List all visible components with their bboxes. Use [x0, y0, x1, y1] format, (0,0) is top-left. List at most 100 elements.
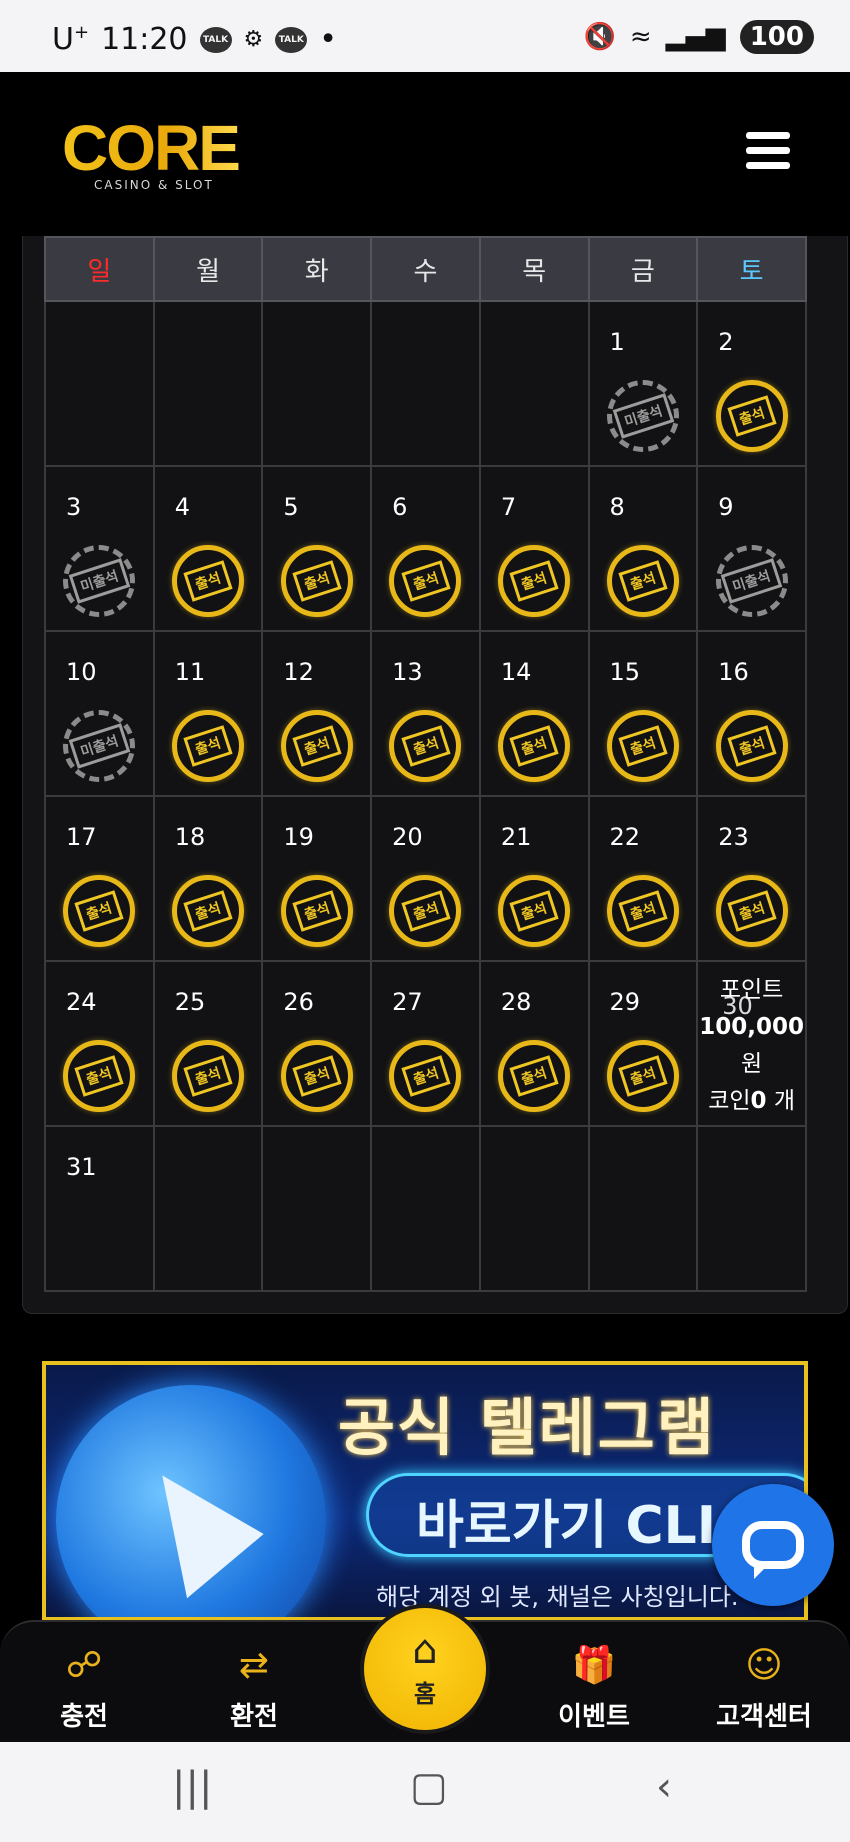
attended-stamp-icon: 출석 — [715, 875, 788, 947]
calendar-cell-day-1: 1 미출석 — [587, 300, 699, 467]
calendar-cell-empty — [587, 1125, 699, 1292]
day-number: 22 — [609, 823, 641, 851]
attended-stamp-icon: 출석 — [498, 710, 571, 782]
day-number: 10 — [66, 658, 97, 686]
home-heart-icon: ⌂ — [412, 1627, 438, 1673]
day-number: 15 — [609, 658, 641, 686]
site-header: CORE CASINO & SLOT — [0, 72, 850, 236]
attended-stamp-icon: 출석 — [606, 710, 679, 782]
calendar-cell-day-23: 23 출석 — [696, 795, 807, 962]
day-number: 29 — [609, 988, 641, 1016]
calendar-week-row: 31 — [44, 1125, 807, 1292]
day-number: 9 — [718, 493, 734, 521]
signal-icon: ▂▄▆ — [665, 22, 726, 52]
attended-stamp-icon: 출석 — [63, 875, 136, 947]
day-number: 25 — [174, 988, 206, 1016]
day-number: 24 — [66, 988, 97, 1016]
telegram-banner[interactable]: 공식 텔레그램 바로가기 CLICK 해당 계정 외 봇, 채널은 사칭입니다. — [42, 1361, 808, 1621]
calendar-cell-empty — [261, 1125, 373, 1292]
day-number: 14 — [500, 658, 532, 686]
chat-support-button[interactable] — [712, 1484, 834, 1606]
attended-stamp-icon: 출석 — [389, 710, 462, 782]
nav-charge[interactable]: ☍ 충전 — [14, 1640, 154, 1733]
calendar-cell-empty — [261, 300, 373, 467]
attended-stamp-icon: 출석 — [63, 1040, 136, 1112]
attended-stamp-icon: 출석 — [172, 710, 245, 782]
nav-exchange[interactable]: ⇄ 환전 — [184, 1640, 324, 1733]
day-number: 12 — [283, 658, 314, 686]
calendar-week-row: 10 미출석 11 출석 12 출석 13 출석 14 출석 15 출석 16 출석 — [44, 630, 807, 797]
calendar-cell-day-9: 9 미출석 — [696, 465, 807, 632]
attended-stamp-icon: 출석 — [389, 1040, 462, 1112]
day-number: 5 — [283, 493, 299, 521]
calendar-cell-empty — [478, 300, 590, 467]
calendar-cell-empty — [152, 300, 264, 467]
calendar-cell-day-18: 18 출석 — [152, 795, 264, 962]
back-icon[interactable]: ‹ — [656, 1764, 672, 1810]
attended-stamp-icon: 출석 — [606, 875, 679, 947]
attended-stamp-icon: 출석 — [280, 545, 353, 617]
attended-stamp-icon: 출석 — [498, 875, 571, 947]
weekday-mon: 월 — [152, 236, 264, 302]
day-number: 28 — [500, 988, 532, 1016]
day-number: 4 — [174, 493, 190, 521]
calendar-cell-day-15: 15 출석 — [587, 630, 699, 797]
calendar-cell-day-16: 16 출석 — [696, 630, 807, 797]
gift-icon: 🎁 — [571, 1645, 617, 1686]
day-number: 20 — [392, 823, 423, 851]
calendar-cell-day-30: 30 포인트 100,000 원 코인0 개 — [696, 960, 807, 1127]
chat-bubble-icon — [742, 1521, 804, 1579]
weekday-fri: 금 — [587, 236, 699, 302]
attended-stamp-icon: 출석 — [606, 1040, 679, 1112]
wifi-icon: ≈ — [629, 22, 652, 52]
today-reward-info: 포인트 100,000 원 코인0 개 — [698, 972, 805, 1120]
day-number: 18 — [174, 823, 206, 851]
day-number: 1 — [609, 328, 625, 356]
reward-points-amount: 100,000 — [699, 1014, 804, 1040]
attendance-calendar: 일 월 화 수 목 금 토 1 미출석 2 출석 3 미출석 4 출석 5 출석 6 출석 … — [44, 236, 807, 1292]
calendar-week-row: 24 출석 25 출석 26 출석 27 출석 28 출석 29 출석 30 포인트 100… — [44, 960, 807, 1127]
calendar-cell-day-22: 22 출석 — [587, 795, 699, 962]
nav-event[interactable]: 🎁 이벤트 — [524, 1640, 664, 1733]
nav-home-button[interactable]: ⌂ 홈 — [360, 1604, 490, 1734]
calendar-cell-day-19: 19 출석 — [261, 795, 373, 962]
clock: 11:20 — [101, 22, 188, 57]
headset-icon: ☺ — [745, 1645, 783, 1686]
android-nav-bar: ||| ▢ ‹ — [0, 1742, 850, 1842]
attended-stamp-icon: 출석 — [280, 710, 353, 782]
nav-charge-label: 충전 — [60, 1702, 108, 1732]
calendar-cell-day-2: 2 출석 — [696, 300, 807, 467]
calendar-cell-day-17: 17 출석 — [44, 795, 155, 962]
core-logo[interactable]: CORE CASINO & SLOT — [62, 116, 241, 192]
calendar-cell-empty — [696, 1125, 807, 1292]
talk-notification-icon: TALK — [199, 26, 232, 53]
nav-support[interactable]: ☺ 고객센터 — [694, 1640, 834, 1733]
hamburger-menu-icon[interactable] — [746, 132, 790, 172]
exchange-icon: ⇄ — [238, 1645, 270, 1686]
reward-points-unit: 원 — [741, 1051, 763, 1077]
missed-stamp-icon: 미출석 — [606, 380, 679, 452]
missed-stamp-icon: 미출석 — [715, 545, 788, 617]
recent-apps-icon[interactable]: ||| — [172, 1764, 212, 1810]
calendar-cell-day-11: 11 출석 — [152, 630, 264, 797]
day-number: 23 — [718, 823, 749, 851]
day-number: 27 — [392, 988, 423, 1016]
attended-stamp-icon: 출석 — [280, 1040, 353, 1112]
home-circle-icon[interactable]: ▢ — [410, 1764, 448, 1810]
calendar-cell-day-13: 13 출석 — [370, 630, 481, 797]
missed-stamp-icon: 미출석 — [63, 710, 136, 782]
attended-stamp-icon: 출석 — [172, 545, 245, 617]
day-number: 2 — [718, 328, 734, 356]
weekday-thu: 목 — [478, 236, 590, 302]
attended-stamp-icon: 출석 — [715, 710, 788, 782]
calendar-cell-empty — [370, 1125, 481, 1292]
nav-home-label: 홈 — [413, 1680, 437, 1708]
calendar-week-row: 1 미출석 2 출석 — [44, 300, 807, 467]
day-number: 21 — [500, 823, 532, 851]
day-number: 6 — [392, 493, 408, 521]
carrier-label: U+ — [52, 22, 90, 57]
attended-stamp-icon: 출석 — [389, 875, 462, 947]
day-number: 17 — [66, 823, 97, 851]
attended-stamp-icon: 출석 — [498, 1040, 571, 1112]
weekday-header-row: 일 월 화 수 목 금 토 — [44, 236, 807, 302]
